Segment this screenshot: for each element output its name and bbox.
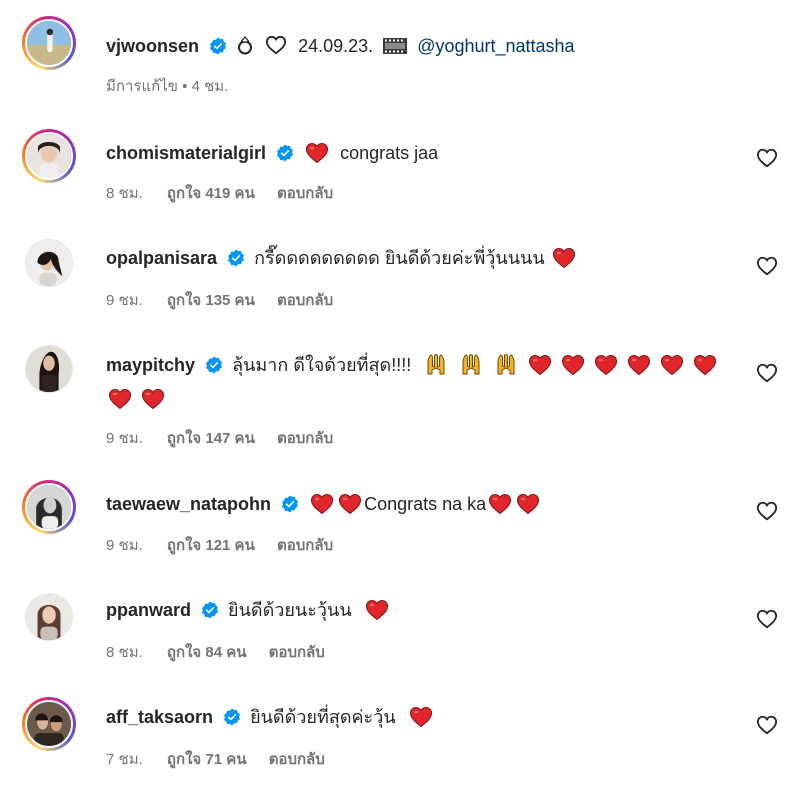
avatar[interactable] bbox=[22, 480, 76, 534]
comment-meta: 9 ชม. ถูกใจ 147 คน ตอบกลับ bbox=[106, 426, 351, 450]
comment-username[interactable]: aff_taksaorn bbox=[106, 707, 213, 727]
comment-item: chomismaterialgirl congrats jaa 8 ชม. ถู… bbox=[0, 129, 800, 209]
red-heart-icon bbox=[552, 247, 576, 269]
verified-icon bbox=[227, 249, 245, 267]
like-heart-icon[interactable] bbox=[756, 500, 778, 522]
comment-likes[interactable]: ถูกใจ 419 คน bbox=[167, 185, 255, 202]
verified-icon bbox=[281, 495, 299, 513]
comment-text: congrats jaa bbox=[340, 143, 439, 163]
red-heart-icon bbox=[660, 354, 684, 376]
post-meta: มีการแก้ไข • 4 ชม. bbox=[106, 78, 229, 95]
comment-time[interactable]: 8 ชม. bbox=[106, 644, 143, 661]
red-heart-icon bbox=[108, 388, 132, 410]
white-heart-icon bbox=[265, 33, 287, 65]
avatar-photo bbox=[27, 21, 71, 65]
avatar[interactable] bbox=[22, 129, 76, 183]
comment-meta: 7 ชม. ถูกใจ 71 คน ตอบกลับ bbox=[106, 747, 343, 771]
verified-icon bbox=[205, 356, 223, 374]
red-heart-icon bbox=[594, 354, 618, 376]
reply-button[interactable]: ตอบกลับ bbox=[277, 292, 333, 309]
avatar-photo bbox=[27, 702, 71, 746]
comment-item: ppanward ยินดีด้วยนะวุ้นน 8 ชม. ถูกใจ 84… bbox=[0, 590, 800, 670]
like-heart-icon[interactable] bbox=[756, 362, 778, 384]
comment-username[interactable]: ppanward bbox=[106, 600, 191, 620]
reply-button[interactable]: ตอบกลับ bbox=[277, 537, 333, 554]
post-date-text: 24.09.23. bbox=[298, 36, 374, 56]
red-heart-icon bbox=[305, 142, 329, 164]
red-heart-icon bbox=[338, 493, 362, 515]
comment-likes[interactable]: ถูกใจ 71 คน bbox=[167, 751, 247, 768]
comment-time[interactable]: 7 ชม. bbox=[106, 751, 143, 768]
avatar[interactable] bbox=[22, 236, 76, 290]
red-heart-icon bbox=[516, 493, 540, 515]
reply-button[interactable]: ตอบกลับ bbox=[269, 751, 325, 768]
avatar[interactable] bbox=[22, 16, 76, 70]
comment-text: ยินดีด้วยนะวุ้นน bbox=[228, 600, 352, 620]
verified-icon bbox=[209, 37, 227, 55]
reply-button[interactable]: ตอบกลับ bbox=[277, 185, 333, 202]
post-username[interactable]: vjwoonsen bbox=[106, 36, 199, 56]
comment-text: Congrats na ka bbox=[364, 494, 487, 514]
mention-link[interactable]: @yoghurt_nattasha bbox=[417, 36, 574, 56]
reply-button[interactable]: ตอบกลับ bbox=[269, 644, 325, 661]
comment-item: maypitchy ลุ้นมาก ดีใจด้วยที่สุด!!!! 9 ช… bbox=[0, 342, 800, 452]
comment-username[interactable]: taewaew_natapohn bbox=[106, 494, 271, 514]
avatar-photo bbox=[26, 240, 72, 286]
like-heart-icon[interactable] bbox=[756, 714, 778, 736]
like-heart-icon[interactable] bbox=[756, 147, 778, 169]
red-heart-icon bbox=[693, 354, 717, 376]
post-caption: vjwoonsen 24.09.23. @yoghurt_nattasha มี… bbox=[0, 16, 800, 100]
verified-icon bbox=[201, 601, 219, 619]
avatar-photo bbox=[27, 485, 71, 529]
red-heart-icon bbox=[488, 493, 512, 515]
comment-text: กรี๊ดดดดดดดดด ยินดีด้วยค่ะพี่วุ้นนนน bbox=[254, 248, 545, 268]
like-heart-icon[interactable] bbox=[756, 255, 778, 277]
verified-icon bbox=[223, 708, 241, 726]
comment-item: taewaew_natapohn Congrats na ka 9 ชม. ถู… bbox=[0, 480, 800, 560]
comment-meta: 8 ชม. ถูกใจ 419 คน ตอบกลับ bbox=[106, 181, 351, 205]
film-frames-icon bbox=[382, 33, 408, 65]
ring-icon bbox=[236, 33, 254, 65]
red-heart-icon bbox=[310, 493, 334, 515]
comment-time[interactable]: 9 ชม. bbox=[106, 292, 143, 309]
red-heart-icon bbox=[561, 354, 585, 376]
verified-icon bbox=[276, 144, 294, 162]
red-heart-icon bbox=[365, 599, 389, 621]
red-heart-icon bbox=[141, 388, 165, 410]
comment-username[interactable]: chomismaterialgirl bbox=[106, 143, 266, 163]
red-heart-icon bbox=[627, 354, 651, 376]
like-heart-icon[interactable] bbox=[756, 608, 778, 630]
red-heart-icon bbox=[528, 354, 552, 376]
comment-item: opalpanisara กรี๊ดดดดดดดดด ยินดีด้วยค่ะพ… bbox=[0, 236, 800, 316]
comment-time[interactable]: 9 ชม. bbox=[106, 537, 143, 554]
avatar-photo bbox=[26, 594, 72, 640]
comment-text: ยินดีด้วยที่สุดค่ะวุ้น bbox=[250, 707, 396, 727]
folded-hands-icon bbox=[494, 352, 518, 376]
comment-item: aff_taksaorn ยินดีด้วยที่สุดค่ะวุ้น 7 ชม… bbox=[0, 697, 800, 777]
comment-likes[interactable]: ถูกใจ 84 คน bbox=[167, 644, 247, 661]
comment-time[interactable]: 9 ชม. bbox=[106, 430, 143, 447]
avatar[interactable] bbox=[22, 342, 76, 396]
reply-button[interactable]: ตอบกลับ bbox=[277, 430, 333, 447]
comment-username[interactable]: opalpanisara bbox=[106, 248, 217, 268]
comment-meta: 8 ชม. ถูกใจ 84 คน ตอบกลับ bbox=[106, 640, 343, 664]
comment-meta: 9 ชม. ถูกใจ 121 คน ตอบกลับ bbox=[106, 533, 351, 557]
comment-text: ลุ้นมาก ดีใจด้วยที่สุด!!!! bbox=[232, 355, 412, 375]
avatar-photo bbox=[26, 346, 72, 392]
comment-likes[interactable]: ถูกใจ 147 คน bbox=[167, 430, 255, 447]
avatar[interactable] bbox=[22, 697, 76, 751]
comment-username[interactable]: maypitchy bbox=[106, 355, 195, 375]
comment-likes[interactable]: ถูกใจ 121 คน bbox=[167, 537, 255, 554]
folded-hands-icon bbox=[459, 352, 483, 376]
folded-hands-icon bbox=[424, 352, 448, 376]
comment-likes[interactable]: ถูกใจ 135 คน bbox=[167, 292, 255, 309]
red-heart-icon bbox=[409, 706, 433, 728]
avatar-photo bbox=[27, 134, 71, 178]
comment-meta: 9 ชม. ถูกใจ 135 คน ตอบกลับ bbox=[106, 288, 351, 312]
comment-time[interactable]: 8 ชม. bbox=[106, 185, 143, 202]
avatar[interactable] bbox=[22, 590, 76, 644]
